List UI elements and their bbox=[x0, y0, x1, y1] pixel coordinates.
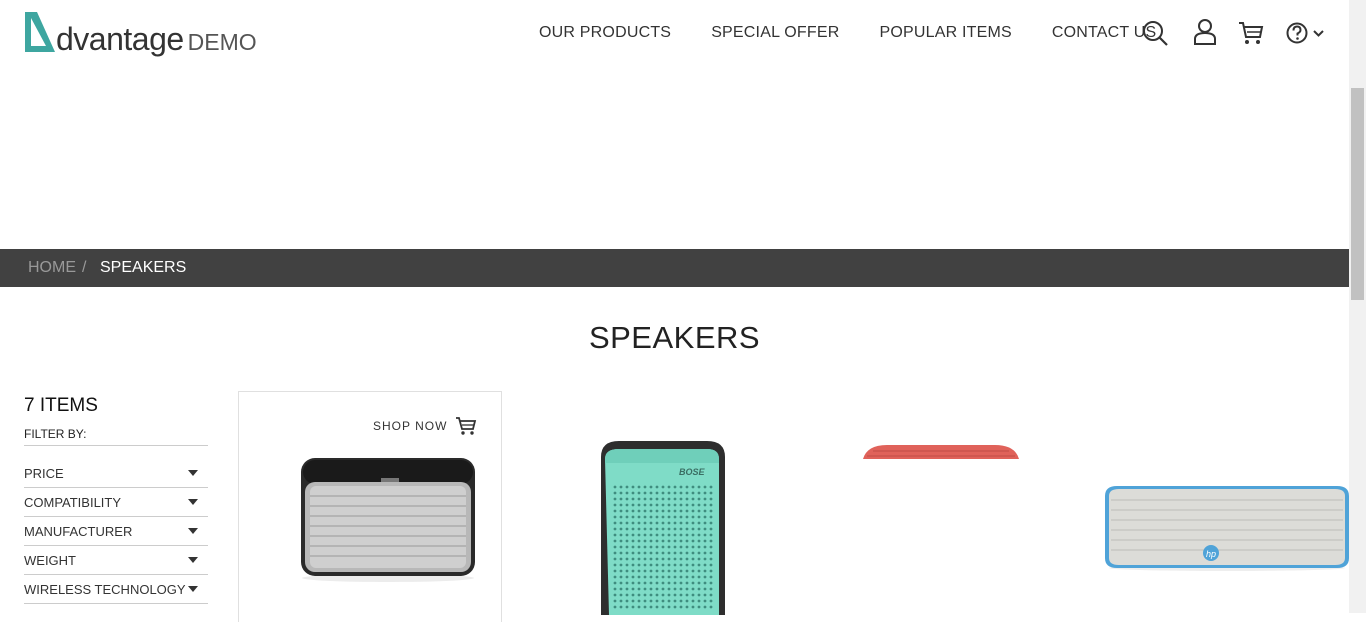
advantage-logo-icon bbox=[25, 12, 55, 52]
nav-special-offer[interactable]: SPECIAL OFFER bbox=[711, 22, 839, 44]
filter-compatibility[interactable]: COMPATIBILITY bbox=[24, 495, 208, 510]
svg-text:hp: hp bbox=[1206, 549, 1216, 559]
caret-down-icon bbox=[188, 470, 198, 476]
divider bbox=[24, 487, 208, 488]
caret-down-icon bbox=[188, 528, 198, 534]
breadcrumb: HOME / SPEAKERS bbox=[0, 249, 1349, 287]
red-speaker-image[interactable] bbox=[863, 443, 1019, 461]
logo-wordmark: dvantage bbox=[56, 21, 184, 57]
logo-demo-suffix: DEMO bbox=[187, 29, 257, 55]
filter-label: PRICE bbox=[24, 466, 64, 481]
filter-label: WIRELESS TECHNOLOGY bbox=[24, 582, 186, 597]
filter-label: WEIGHT bbox=[24, 553, 76, 568]
main-nav: OUR PRODUCTS SPECIAL OFFER POPULAR ITEMS… bbox=[539, 22, 1196, 44]
divider bbox=[24, 445, 208, 446]
filter-by-label: FILTER BY: bbox=[24, 427, 87, 441]
filter-label: COMPATIBILITY bbox=[24, 495, 122, 510]
cart-icon bbox=[456, 417, 477, 435]
page-title: SPEAKERS bbox=[588, 320, 761, 355]
nav-our-products[interactable]: OUR PRODUCTS bbox=[539, 22, 671, 44]
logo[interactable]: dvantage DEMO bbox=[22, 9, 257, 55]
filter-price[interactable]: PRICE bbox=[24, 466, 208, 481]
caret-down-icon bbox=[188, 586, 198, 592]
shop-now-button[interactable]: SHOP NOW bbox=[373, 416, 477, 436]
nav-popular-items[interactable]: POPULAR ITEMS bbox=[879, 22, 1011, 44]
help-icon[interactable] bbox=[1285, 21, 1327, 45]
chevron-down-icon bbox=[1313, 30, 1324, 37]
hp-roar-speaker-image[interactable]: hp bbox=[1099, 482, 1355, 572]
divider bbox=[24, 603, 208, 604]
bose-soundlink-color-teal-speaker-image[interactable]: BOSE bbox=[591, 437, 731, 615]
items-count: 7 ITEMS bbox=[24, 395, 98, 416]
bose-soundlink-silver-speaker-image[interactable] bbox=[296, 452, 480, 584]
caret-down-icon bbox=[188, 557, 198, 563]
search-icon[interactable] bbox=[1141, 19, 1169, 47]
breadcrumb-current: SPEAKERS bbox=[100, 259, 187, 276]
filter-label: MANUFACTURER bbox=[24, 524, 133, 539]
cart-icon[interactable] bbox=[1238, 20, 1264, 46]
filter-manufacturer[interactable]: MANUFACTURER bbox=[24, 524, 208, 539]
caret-down-icon bbox=[188, 499, 198, 505]
breadcrumb-home[interactable]: HOME bbox=[28, 259, 76, 277]
scrollbar-thumb[interactable] bbox=[1351, 88, 1364, 300]
user-icon[interactable] bbox=[1192, 18, 1218, 46]
shop-now-label: SHOP NOW bbox=[373, 419, 448, 433]
filter-wireless-technology[interactable]: WIRELESS TECHNOLOGY bbox=[24, 582, 208, 597]
breadcrumb-separator: / bbox=[82, 259, 87, 276]
divider bbox=[24, 516, 208, 517]
divider bbox=[24, 574, 208, 575]
svg-text:BOSE: BOSE bbox=[679, 467, 706, 477]
divider bbox=[24, 545, 208, 546]
filter-weight[interactable]: WEIGHT bbox=[24, 553, 208, 568]
